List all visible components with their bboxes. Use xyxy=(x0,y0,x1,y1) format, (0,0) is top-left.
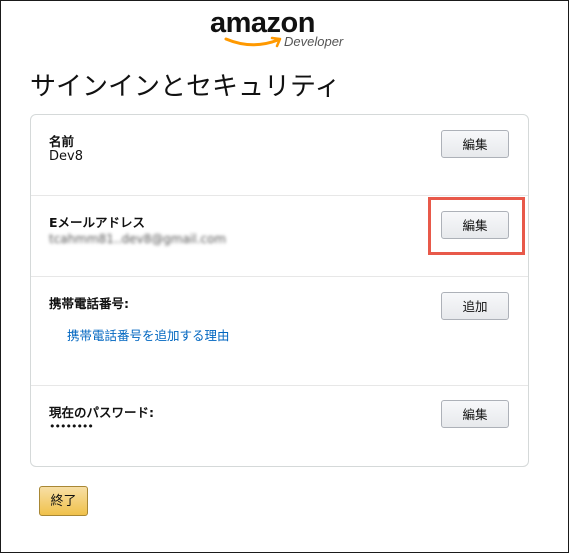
password-label: 現在のパスワード: xyxy=(49,405,154,420)
name-label: 名前 xyxy=(49,134,75,149)
why-add-phone-link[interactable]: 携帯電話番号を追加する理由 xyxy=(67,325,230,344)
password-row: 現在のパスワード: •••••••• 編集 xyxy=(31,386,528,466)
add-phone-button[interactable]: 追加 xyxy=(441,292,509,320)
page-title: サインインとセキュリティ xyxy=(30,72,341,102)
smile-arrow-icon xyxy=(224,36,282,48)
edit-name-button[interactable]: 編集 xyxy=(441,130,509,158)
done-button[interactable]: 終了 xyxy=(39,486,88,516)
logo-developer-text: Developer xyxy=(284,34,344,49)
phone-label: 携帯電話番号: xyxy=(49,296,129,311)
name-row: 名前 Dev8 編集 xyxy=(31,115,528,195)
email-edit-highlight xyxy=(428,197,525,255)
email-value: tcahmm81..dev8@gmail.com xyxy=(49,232,227,246)
name-value: Dev8 xyxy=(49,149,83,164)
password-value: •••••••• xyxy=(49,420,94,433)
security-card: 名前 Dev8 編集 Eメールアドレス tcahmm81..dev8@gmail… xyxy=(30,114,529,467)
edit-password-button[interactable]: 編集 xyxy=(441,400,509,428)
email-label: Eメールアドレス xyxy=(49,215,146,230)
phone-row: 携帯電話番号: 携帯電話番号を追加する理由 追加 xyxy=(31,277,528,385)
amazon-developer-logo: amazon Developer xyxy=(210,8,360,49)
